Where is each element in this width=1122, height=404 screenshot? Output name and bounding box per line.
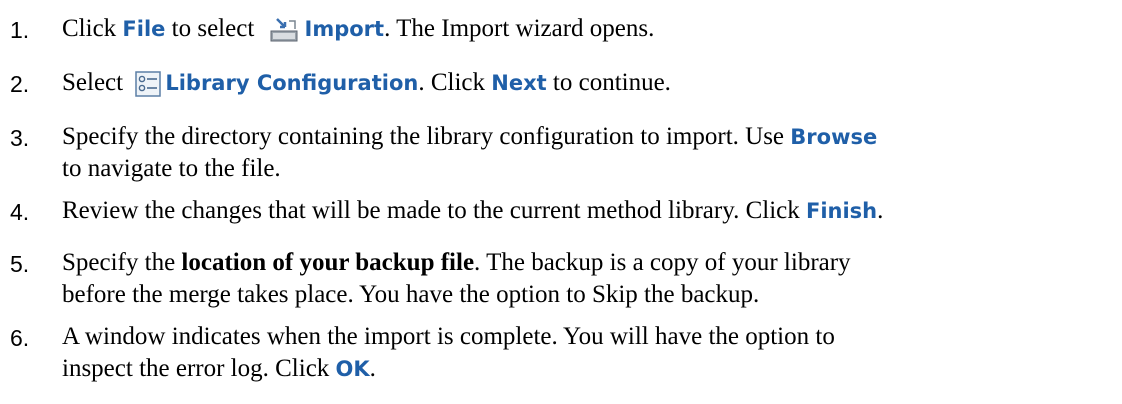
- step-number: 2.: [10, 71, 30, 97]
- ok-button-label: OK: [335, 357, 370, 381]
- step-text-line-2: before the merge takes place. You have t…: [62, 281, 760, 308]
- step-number: 1.: [10, 17, 30, 43]
- step-number: 6.: [10, 325, 30, 351]
- text: Review the changes that will be made to …: [62, 197, 806, 224]
- backup-location-emphasis: location of your backup file: [181, 249, 475, 276]
- library-configuration-icon: [135, 71, 162, 98]
- import-label: Import: [304, 17, 385, 41]
- step-text-line-2: to navigate to the file.: [62, 155, 281, 182]
- text: to continue.: [546, 69, 671, 96]
- step-number: 5.: [10, 251, 30, 277]
- text: Specify the directory containing the lib…: [62, 123, 791, 150]
- step-text-line-1: Specify the location of your backup file…: [62, 248, 851, 278]
- text: Click: [62, 15, 123, 42]
- text: .: [877, 197, 884, 224]
- step-text: Review the changes that will be made to …: [62, 196, 883, 226]
- browse-button-label: Browse: [790, 125, 878, 149]
- text: Specify the: [62, 249, 182, 276]
- finish-button-label: Finish: [805, 199, 878, 223]
- instruction-list: 1. Click File to select Import. The Impo…: [0, 0, 1122, 404]
- text: Select: [62, 69, 130, 96]
- text: to select: [165, 15, 261, 42]
- text: . The Import wizard opens.: [384, 15, 655, 42]
- text: . The backup is a copy of your library: [474, 249, 851, 276]
- text: inspect the error log. Click: [62, 355, 336, 382]
- step-text-line-1: Specify the directory containing the lib…: [62, 122, 877, 152]
- step-number: 4.: [10, 199, 30, 225]
- step-number: 3.: [10, 125, 30, 151]
- text: .: [369, 355, 376, 382]
- step-text-line-1: A window indicates when the import is co…: [62, 323, 835, 350]
- file-menu-label: File: [122, 17, 166, 41]
- import-icon: [267, 17, 301, 43]
- text: . Click: [418, 69, 492, 96]
- library-configuration-label: Library Configuration: [165, 71, 419, 95]
- step-text: Select Library Configuration. Click Next…: [62, 68, 671, 98]
- step-text-line-2: inspect the error log. Click OK.: [62, 354, 376, 384]
- next-button-label: Next: [491, 71, 547, 95]
- step-text: Click File to select Import. The Import …: [62, 14, 654, 44]
